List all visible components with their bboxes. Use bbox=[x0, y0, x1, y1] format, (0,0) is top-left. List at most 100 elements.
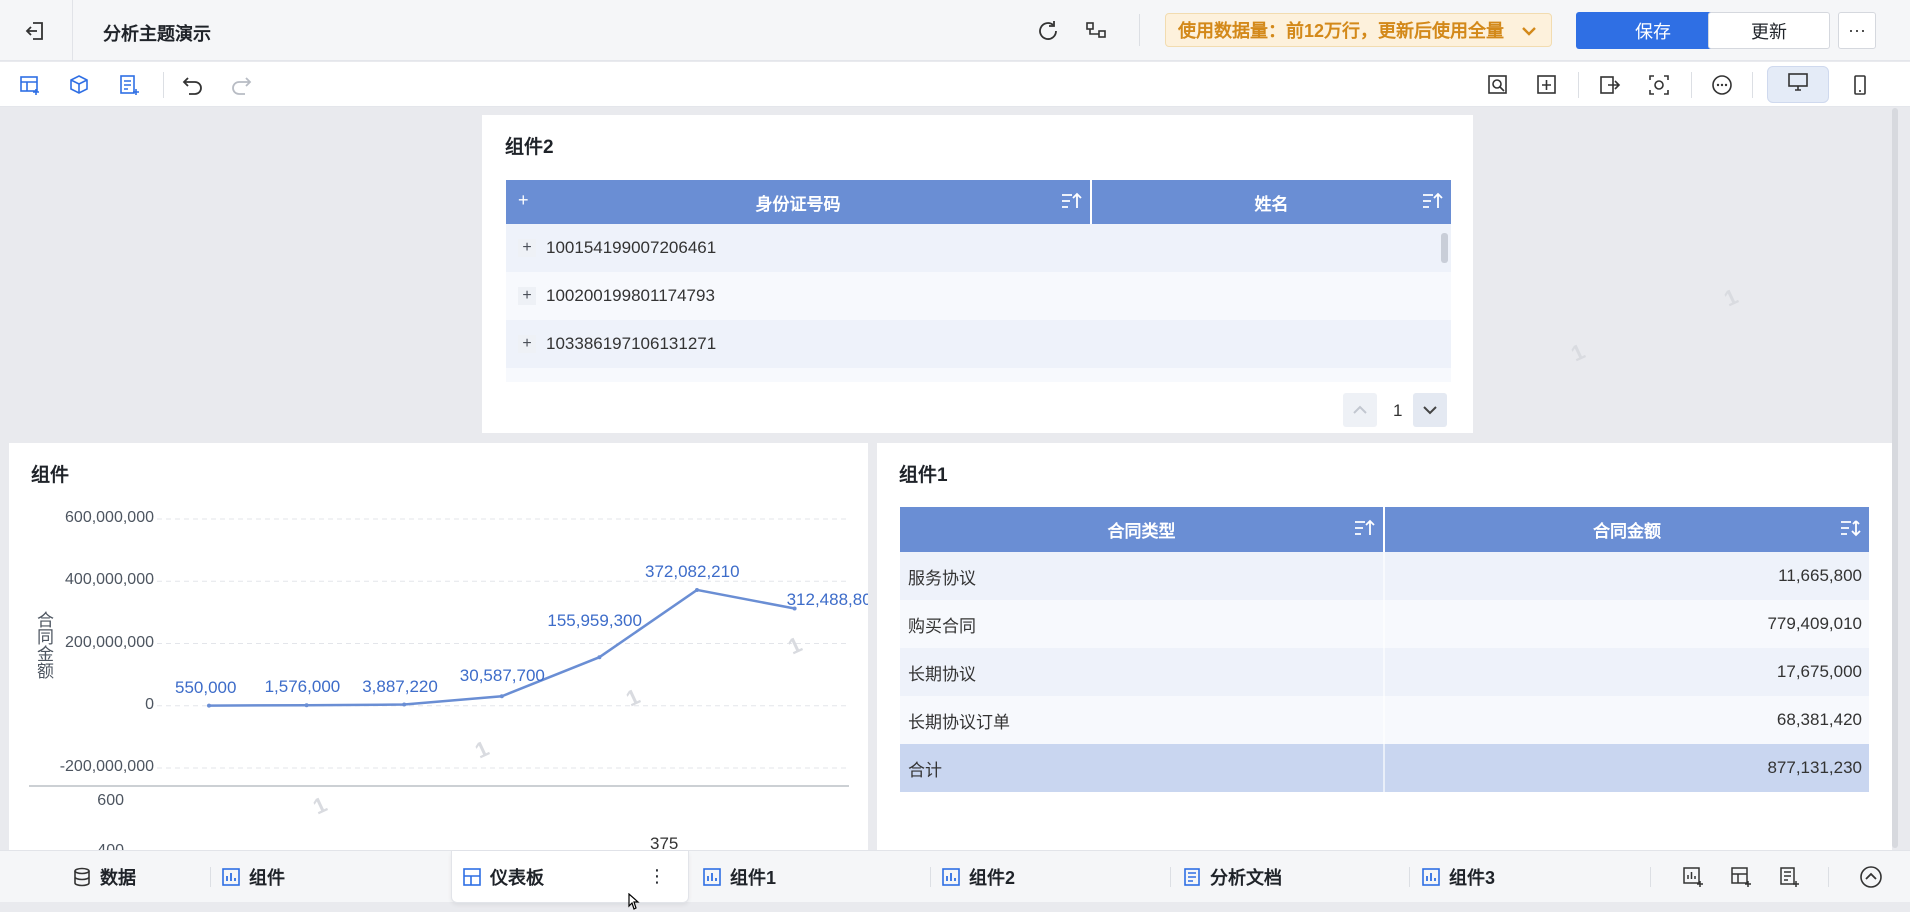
add-component-icon[interactable] bbox=[1680, 864, 1706, 890]
tab-analysis-doc[interactable]: 分析文档 bbox=[1182, 851, 1282, 903]
column-header-type[interactable]: 合同类型 bbox=[900, 507, 1383, 552]
sort-icon[interactable] bbox=[1060, 190, 1082, 217]
component1-card: 组件1 合同类型 合同金额 服务协议 11,665,800 购买合同 779,4… bbox=[877, 443, 1892, 850]
divider bbox=[930, 867, 931, 887]
document-icon bbox=[1182, 867, 1202, 887]
divider bbox=[1139, 14, 1140, 46]
tab-label: 组件2 bbox=[969, 868, 1016, 888]
tab-component1[interactable]: 组件1 bbox=[702, 851, 776, 903]
chart-card: 组件 合同金额 600,000,000 400,000,000 200,000,00… bbox=[9, 443, 868, 850]
add-dashboard-icon[interactable] bbox=[1728, 864, 1754, 890]
add-cube-icon[interactable] bbox=[66, 72, 92, 98]
divider bbox=[1409, 867, 1410, 887]
expand-icon[interactable]: + bbox=[518, 239, 536, 257]
data-point[interactable] bbox=[207, 703, 211, 708]
data-label: 30,587,700 bbox=[459, 666, 545, 686]
data-point[interactable] bbox=[499, 694, 504, 699]
more-button[interactable]: ··· bbox=[1838, 12, 1876, 49]
tab-menu-icon[interactable]: ⋮ bbox=[648, 866, 666, 887]
divider bbox=[72, 0, 73, 61]
add-report-icon[interactable] bbox=[116, 72, 142, 98]
total-label: 合计 bbox=[908, 760, 942, 780]
tab-data[interactable]: 数据 bbox=[72, 851, 136, 903]
add-table-icon[interactable] bbox=[17, 72, 43, 98]
lineage-icon[interactable] bbox=[1083, 18, 1109, 44]
data-label: 372,082,210 bbox=[645, 561, 740, 581]
page-down-button[interactable] bbox=[1413, 393, 1447, 427]
save-button[interactable]: 保存 bbox=[1576, 12, 1730, 49]
table-row[interactable]: + 103386197106131271 bbox=[506, 320, 1451, 368]
column-header-label: 身份证号码 bbox=[755, 194, 841, 214]
type-cell: 购买合同 bbox=[908, 616, 976, 636]
total-amount: 877,131,230 bbox=[1767, 758, 1862, 777]
type-cell: 长期协议订单 bbox=[908, 712, 1010, 732]
exit-icon[interactable] bbox=[22, 18, 48, 44]
tab-component[interactable]: 组件 bbox=[221, 851, 285, 903]
data-point[interactable] bbox=[695, 587, 699, 592]
sort-icon[interactable] bbox=[1421, 190, 1443, 217]
expand-icon[interactable]: + bbox=[518, 335, 536, 353]
collapse-up-icon[interactable] bbox=[1858, 864, 1884, 890]
dashboard-icon bbox=[462, 867, 482, 887]
divider bbox=[1691, 72, 1692, 98]
column-header-amount[interactable]: 合同金额 bbox=[1385, 507, 1869, 552]
sort-icon[interactable] bbox=[1839, 517, 1861, 544]
tab-component3[interactable]: 组件3 bbox=[1421, 851, 1495, 903]
tab-dashboard[interactable]: 仪表板 ⋮ bbox=[451, 851, 689, 903]
table-row[interactable]: + 100154199007206461 bbox=[506, 224, 1451, 272]
chart-icon bbox=[221, 867, 241, 887]
redo-icon[interactable] bbox=[228, 72, 254, 98]
data-usage-notice[interactable]: 使用数据量：前12万行，更新后使用全量 bbox=[1165, 13, 1552, 47]
data-point[interactable] bbox=[402, 702, 407, 707]
expand-icon[interactable]: + bbox=[518, 287, 536, 305]
divider bbox=[210, 867, 211, 887]
preview-search-icon[interactable] bbox=[1485, 72, 1511, 98]
column-header-label: 姓名 bbox=[1254, 194, 1289, 214]
table-row-partial bbox=[506, 368, 1451, 382]
divider bbox=[163, 72, 164, 98]
desktop-view-toggle[interactable] bbox=[1767, 66, 1829, 103]
y-tick-label: 400,000,000 bbox=[65, 571, 154, 589]
add-document-icon[interactable] bbox=[1776, 864, 1802, 890]
tab-label: 组件1 bbox=[730, 868, 777, 888]
tab-label: 分析文档 bbox=[1210, 868, 1282, 888]
column-header-label: 合同类型 bbox=[1107, 522, 1176, 541]
id-cell: 100200199801174793 bbox=[546, 286, 715, 305]
table-scrollbar[interactable] bbox=[1441, 233, 1448, 263]
id-cell: 103386197106131271 bbox=[546, 334, 717, 353]
column-header-name[interactable]: 姓名 bbox=[1092, 180, 1451, 224]
export-icon[interactable] bbox=[1597, 72, 1623, 98]
watermark: 1 bbox=[1567, 338, 1589, 367]
y-tick-label: 0 bbox=[145, 695, 154, 713]
more-options-icon[interactable] bbox=[1709, 72, 1735, 98]
amount-cell: 779,409,010 bbox=[1767, 614, 1862, 633]
refresh-icon[interactable] bbox=[1035, 18, 1061, 44]
layout-icon[interactable] bbox=[1534, 72, 1560, 98]
data-label: 155,959,300 bbox=[547, 611, 642, 631]
amount-cell: 68,381,420 bbox=[1776, 710, 1862, 729]
update-button[interactable]: 更新 bbox=[1708, 12, 1830, 49]
divider bbox=[1170, 867, 1171, 887]
page-up-button[interactable] bbox=[1343, 393, 1377, 427]
id-cell: 100154199007206461 bbox=[546, 238, 717, 257]
sort-icon[interactable] bbox=[1353, 517, 1375, 544]
undo-icon[interactable] bbox=[180, 72, 206, 98]
screenshot-icon[interactable] bbox=[1646, 72, 1672, 98]
desktop-icon bbox=[1787, 71, 1809, 98]
scrollbar[interactable] bbox=[1892, 108, 1898, 848]
divider bbox=[1828, 867, 1829, 887]
data-point[interactable] bbox=[304, 703, 309, 708]
y-tick-label: -200,000,000 bbox=[59, 758, 154, 775]
mobile-icon[interactable] bbox=[1847, 72, 1873, 98]
expand-all-icon[interactable]: + bbox=[518, 190, 529, 211]
data-point[interactable] bbox=[597, 655, 602, 660]
column-header-id[interactable]: + 身份证号码 bbox=[506, 180, 1090, 224]
data-label: 312,488,800 bbox=[786, 590, 868, 610]
second-chart-value: 375 bbox=[650, 834, 679, 850]
bottom-tab-bar: 数据 组件 仪表板 ⋮ 组件1 组件2 分析文档 组件3 bbox=[0, 850, 1910, 903]
column-header-label: 合同金额 bbox=[1593, 522, 1661, 541]
page-number: 1 bbox=[1393, 401, 1403, 420]
tab-component2[interactable]: 组件2 bbox=[941, 851, 1015, 903]
table-row[interactable]: + 100200199801174793 bbox=[506, 272, 1451, 320]
database-icon bbox=[72, 867, 92, 887]
